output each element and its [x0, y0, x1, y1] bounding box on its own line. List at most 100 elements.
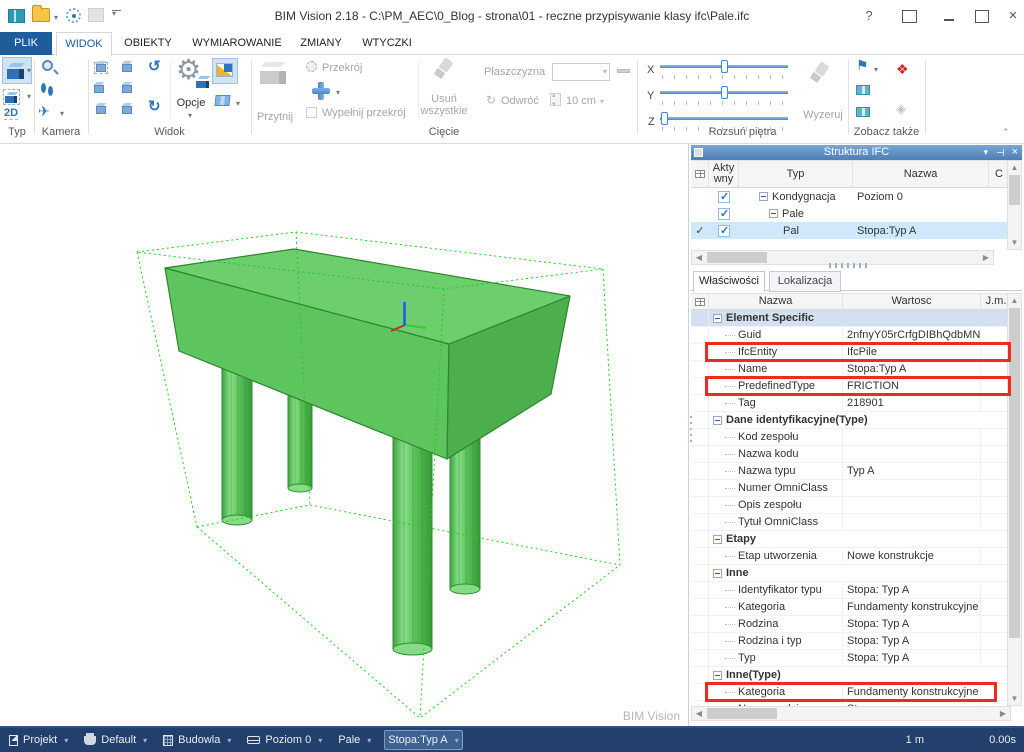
property-value[interactable] [843, 480, 981, 496]
collapse-icon[interactable] [759, 192, 768, 201]
scroll-down-icon[interactable]: ▼ [1008, 236, 1021, 249]
chevron-down-icon[interactable]: ▾ [318, 736, 322, 745]
tab-widok[interactable]: WIDOK [56, 32, 112, 56]
options-button[interactable]: Opcje [172, 97, 210, 109]
properties-vscrollbar[interactable]: ▲ ▼ [1007, 293, 1022, 706]
tab-wymiarowanie[interactable]: WYMIAROWANIE [186, 32, 288, 55]
help-button[interactable]: ? [856, 6, 882, 26]
chevron-down-icon[interactable]: ▾ [143, 736, 147, 745]
tab-lokalizacja[interactable]: Lokalizacja [769, 271, 841, 292]
property-row-numer-omniclass[interactable]: Numer OmniClass [691, 480, 1011, 497]
scroll-down-icon[interactable]: ▼ [1008, 692, 1021, 705]
scroll-left-icon[interactable]: ◀ [692, 251, 706, 264]
view-type-2d-button[interactable]: 2D [4, 107, 18, 120]
close-icon[interactable]: × [1012, 145, 1018, 160]
property-row-nazwa-typu[interactable]: Nazwa typuTyp A [691, 463, 1011, 480]
panel-menu-icon[interactable]: ▾ [983, 145, 988, 160]
collapse-icon[interactable] [713, 314, 722, 323]
checkbox[interactable] [718, 191, 730, 203]
maximize-button[interactable] [968, 6, 994, 26]
chevron-down-icon[interactable]: ▾ [188, 111, 192, 120]
tree-row-pale[interactable]: Pale [691, 205, 1009, 222]
tree-row-pal-selected[interactable]: ✓ Pal Stopa:Typ A [691, 222, 1009, 239]
tab-wlasciwosci[interactable]: Właściwości [693, 271, 765, 292]
status-item-budowla[interactable]: Budowla ▾ [160, 730, 234, 750]
property-row-identyfikator-typu[interactable]: Identyfikator typuStopa: Typ A [691, 582, 1011, 599]
chevron-down-icon[interactable]: ▾ [227, 736, 231, 745]
slider-y[interactable] [660, 86, 788, 100]
chevron-down-icon[interactable]: ▾ [64, 736, 68, 745]
property-value[interactable]: 218901 [843, 395, 981, 411]
property-row-tag[interactable]: Tag218901 [691, 395, 1011, 412]
property-row-rodzina[interactable]: RodzinaStopa: Typ A [691, 616, 1011, 633]
checkbox[interactable] [718, 208, 730, 220]
collapse-ribbon-icon[interactable]: ⌃ [1002, 127, 1010, 138]
scroll-thumb[interactable] [707, 252, 767, 263]
panel-splitter-handle[interactable] [829, 263, 869, 268]
property-section-etapy[interactable]: Etapy [691, 531, 1011, 548]
tab-wtyczki[interactable]: WTYCZKI [354, 32, 420, 55]
slider-handle[interactable] [721, 86, 728, 99]
property-value[interactable]: IfcPile [843, 344, 981, 360]
properties-hscrollbar[interactable]: ◀ ▶ [691, 706, 1011, 721]
property-value[interactable]: FRICTION [843, 378, 981, 394]
status-item-projekt[interactable]: Projekt ▾ [6, 730, 71, 750]
collapse-icon[interactable] [713, 569, 722, 578]
window-panel-icon[interactable] [856, 107, 870, 117]
property-row-predefinedtype[interactable]: PredefinedTypeFRICTION [691, 378, 1011, 395]
view-direction-icon[interactable] [94, 85, 104, 93]
status-item-default[interactable]: Default ▾ [81, 730, 150, 750]
collapse-icon[interactable] [713, 416, 722, 425]
property-value[interactable]: Fundamenty konstrukcyjne [843, 684, 981, 700]
scroll-right-icon[interactable]: ▶ [996, 707, 1010, 720]
property-row-opis-zespo-u[interactable]: Opis zespołu [691, 497, 1011, 514]
view-type-3d-button[interactable]: ▾ [2, 57, 32, 84]
collapse-icon[interactable] [713, 535, 722, 544]
tab-obiekty[interactable]: OBIEKTY [116, 32, 180, 55]
collision-icon[interactable]: ❖ [896, 61, 909, 78]
status-item-stopa-selected[interactable]: Stopa:Typ A ▾ [384, 730, 462, 750]
scroll-right-icon[interactable]: ▶ [979, 251, 993, 264]
property-value[interactable] [843, 446, 981, 462]
structure-header-icon-cell[interactable] [691, 161, 709, 187]
checkbox[interactable] [718, 225, 730, 237]
properties-col-wartosc[interactable]: Wartosc [843, 294, 981, 309]
chevron-down-icon[interactable]: ▾ [874, 65, 878, 74]
plane-combobox[interactable] [552, 63, 610, 81]
zoom-tool-icon[interactable] [42, 60, 53, 71]
property-value[interactable]: Stopa: Typ A [843, 582, 981, 598]
property-value[interactable]: 2nfnyY05rCrfgDIBhQdbMN [843, 327, 981, 343]
status-item-poziom[interactable]: Poziom 0 ▾ [244, 730, 325, 750]
view-direction-icon[interactable] [122, 106, 132, 114]
property-value[interactable]: Stopa: Typ A [843, 633, 981, 649]
property-row-kategoria[interactable]: KategoriaFundamenty konstrukcyjne [691, 684, 1011, 701]
slider-z[interactable] [660, 112, 788, 126]
color-mode-button[interactable] [212, 58, 238, 84]
chevron-down-icon[interactable]: ▾ [336, 88, 340, 97]
structure-col-nazwa[interactable]: Nazwa [853, 161, 989, 187]
collapse-icon[interactable] [713, 671, 722, 680]
property-row-ifcentity[interactable]: IfcEntityIfcPile [691, 344, 1011, 361]
properties-col-nazwa[interactable]: Nazwa [709, 294, 843, 309]
properties-header-icon-cell[interactable] [691, 294, 709, 309]
property-value[interactable]: Fundamenty konstrukcyjne [843, 599, 981, 615]
flag-icon[interactable]: ⚑ [856, 57, 869, 74]
property-row-typ[interactable]: TypStopa: Typ A [691, 650, 1011, 667]
chevron-down-icon[interactable]: ▾ [455, 736, 459, 745]
scroll-thumb[interactable] [1009, 308, 1020, 638]
structure-col-aktywny[interactable]: Aktywny [709, 161, 739, 187]
property-value[interactable]: Stopa:Typ A [843, 361, 981, 377]
property-row-guid[interactable]: Guid2nfnyY05rCrfgDIBhQdbMN [691, 327, 1011, 344]
property-row-tytu-omniclass[interactable]: Tytuł OmniClass [691, 514, 1011, 531]
tab-plik[interactable]: PLIK [0, 32, 52, 55]
property-value[interactable] [843, 514, 981, 530]
collapse-icon[interactable] [769, 209, 778, 218]
view-direction-icon[interactable] [96, 106, 106, 114]
tab-zmiany[interactable]: ZMIANY [292, 32, 350, 55]
slider-x[interactable] [660, 60, 788, 74]
chevron-down-icon[interactable]: ▾ [367, 736, 371, 745]
property-row-rodzina-i-typ[interactable]: Rodzina i typStopa: Typ A [691, 633, 1011, 650]
property-value[interactable] [843, 497, 981, 513]
minimize-button[interactable] [936, 6, 962, 26]
property-row-kategoria[interactable]: KategoriaFundamenty konstrukcyjne [691, 599, 1011, 616]
